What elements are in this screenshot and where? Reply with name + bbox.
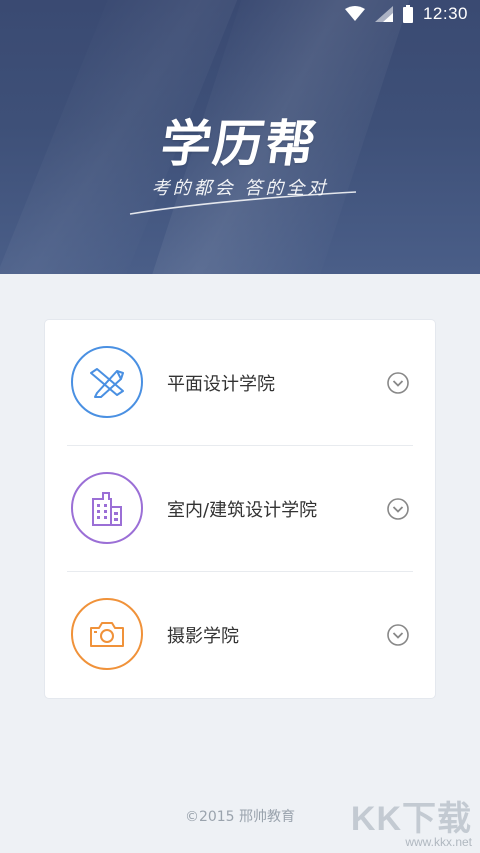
watermark: KK下载 www.kkx.net: [351, 801, 472, 849]
watermark-brand: KK下载: [350, 800, 472, 838]
hero-banner: 12:30 学历帮 考的都会 答的全对: [0, 0, 480, 274]
college-item-photography[interactable]: 摄影学院: [45, 572, 435, 698]
signal-icon: [374, 6, 393, 22]
logo-title: 学历帮: [157, 115, 322, 173]
college-label: 室内/建筑设计学院: [167, 500, 318, 521]
chevron-down-icon[interactable]: [387, 498, 409, 520]
chevron-down-icon[interactable]: [387, 372, 409, 394]
chevron-down-icon[interactable]: [387, 624, 409, 646]
camera-icon: [90, 622, 124, 647]
college-item-graphic-design[interactable]: 平面设计学院: [45, 320, 435, 446]
app-screen: 12:30 学历帮 考的都会 答的全对 平面设计学院 室内/建筑设计学院 摄影学…: [0, 0, 480, 853]
status-bar: 12:30: [0, 0, 480, 28]
college-label: 平面设计学院: [167, 374, 275, 395]
app-logo: 学历帮 考的都会 答的全对: [0, 104, 480, 215]
wifi-icon: [344, 6, 365, 22]
building-icon: [92, 492, 122, 526]
college-label: 摄影学院: [167, 626, 239, 647]
photography-icon-circle: [71, 598, 143, 670]
graphic-design-icon-circle: [71, 346, 143, 418]
pencil-ruler-icon: [90, 368, 124, 398]
college-list: 平面设计学院 室内/建筑设计学院 摄影学院: [45, 320, 435, 698]
battery-icon: [402, 5, 413, 23]
slogan-swoosh-icon: [129, 191, 357, 215]
college-item-interior-architecture[interactable]: 室内/建筑设计学院: [45, 446, 435, 572]
interior-design-icon-circle: [71, 472, 143, 544]
status-time: 12:30: [422, 4, 468, 23]
